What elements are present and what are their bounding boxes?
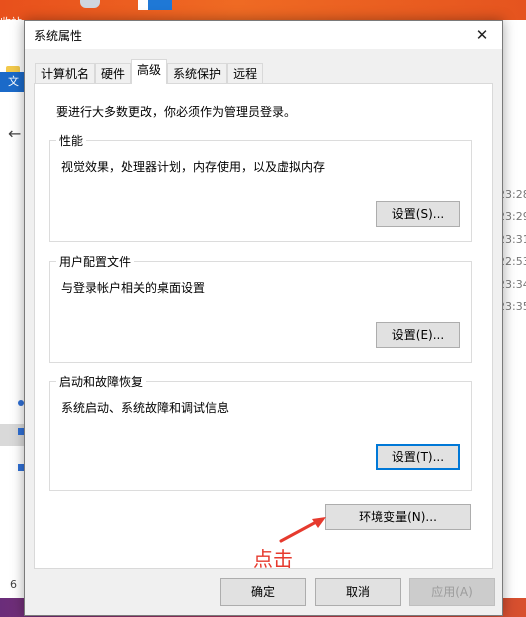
red-arrow-annotation xyxy=(279,517,326,543)
admin-note: 要进行大多数更改，你必须作为管理员登录。 xyxy=(56,105,297,119)
shortcut-arrow-icon xyxy=(138,0,148,10)
startup-recovery-desc: 系统启动、系统故障和调试信息 xyxy=(61,401,230,415)
user-profiles-group: 用户配置文件 与登录帐户相关的桌面设置 设置(E)... xyxy=(49,253,472,363)
close-icon[interactable]: ✕ xyxy=(462,21,502,49)
environment-variables-button[interactable]: 环境变量(N)... xyxy=(325,504,471,530)
performance-group: 性能 视觉效果，处理器计划，内存使用，以及虚拟内存 设置(S)... xyxy=(49,132,472,242)
performance-settings-button[interactable]: 设置(S)... xyxy=(376,201,460,227)
system-properties-dialog: 系统属性 ✕ 计算机名 硬件 高级 系统保护 远程 要进行大多数更改，你必须作为… xyxy=(24,20,503,616)
startup-recovery-title: 启动和故障恢复 xyxy=(56,373,147,390)
user-profiles-title: 用户配置文件 xyxy=(56,253,135,270)
dialog-title: 系统属性 xyxy=(34,29,83,43)
tab-advanced[interactable]: 高级 xyxy=(131,59,168,84)
tab-hardware[interactable]: 硬件 xyxy=(95,63,132,84)
tab-computer-name[interactable]: 计算机名 xyxy=(35,63,96,84)
user-profiles-settings-button[interactable]: 设置(E)... xyxy=(376,322,460,348)
startup-recovery-settings-button[interactable]: 设置(T)... xyxy=(376,444,460,470)
desktop-wallpaper xyxy=(0,0,526,20)
cancel-button[interactable]: 取消 xyxy=(315,578,401,606)
startup-recovery-group: 启动和故障恢复 系统启动、系统故障和调试信息 设置(T)... xyxy=(49,373,472,491)
desktop-screen: 收站 文 ← 23:28 23:29 23:31 22:53 23:34 23:… xyxy=(0,0,526,617)
performance-desc: 视觉效果，处理器计划，内存使用，以及虚拟内存 xyxy=(61,160,326,174)
ok-button[interactable]: 确定 xyxy=(220,578,306,606)
user-profiles-desc: 与登录帐户相关的桌面设置 xyxy=(61,281,206,295)
tab-strip: 计算机名 硬件 高级 系统保护 远程 xyxy=(35,59,264,84)
back-arrow-icon[interactable]: ← xyxy=(8,124,21,143)
desktop-icon[interactable] xyxy=(80,0,100,8)
tab-remote[interactable]: 远程 xyxy=(227,63,264,84)
explorer-file-tab[interactable]: 文 xyxy=(0,72,24,92)
advanced-tab-panel: 要进行大多数更改，你必须作为管理员登录。 性能 视觉效果，处理器计划，内存使用，… xyxy=(34,83,493,569)
tab-system-protection[interactable]: 系统保护 xyxy=(167,63,228,84)
dialog-titlebar[interactable]: 系统属性 ✕ xyxy=(25,21,502,49)
performance-title: 性能 xyxy=(56,132,87,149)
item-count: 6 xyxy=(10,578,17,591)
click-annotation-label: 点击 xyxy=(253,547,293,571)
apply-button[interactable]: 应用(A) xyxy=(409,578,495,606)
